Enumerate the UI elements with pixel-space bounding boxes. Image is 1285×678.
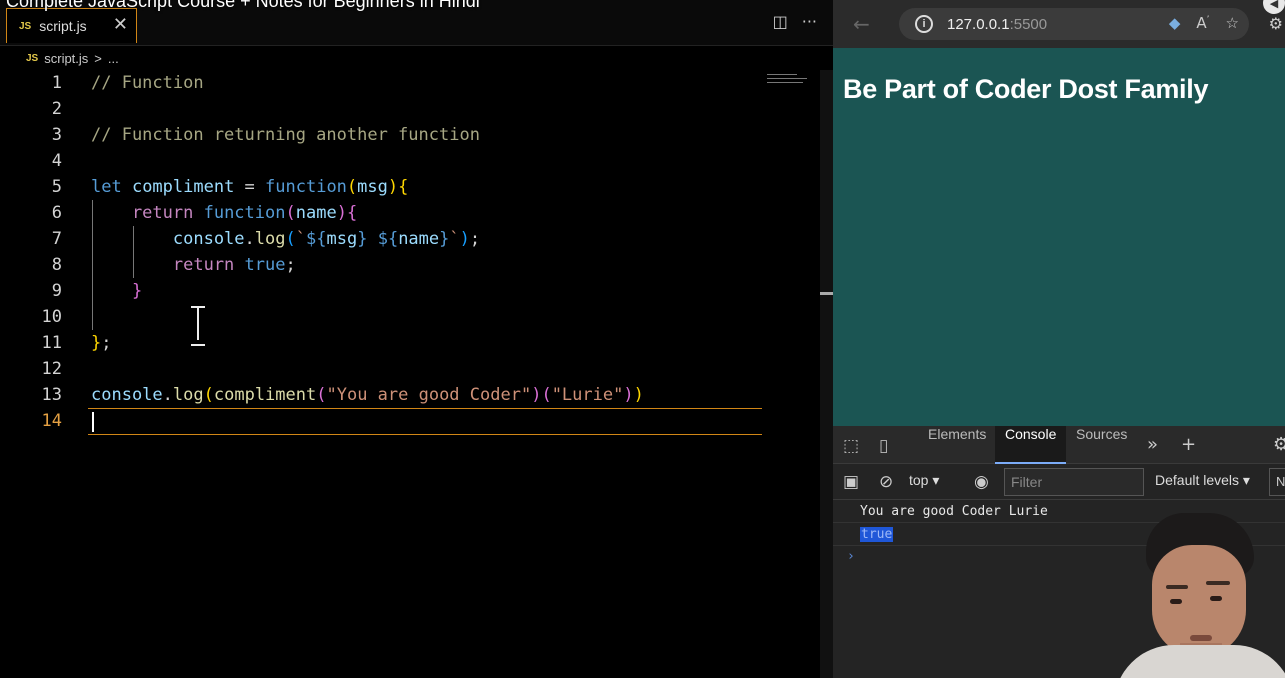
code-line[interactable]: 13 console.log(compliment("You are good C…: [0, 382, 820, 408]
code-editor: JS script.js ✕ ◫ ··· JS script.js > ... …: [0, 0, 833, 678]
context-select[interactable]: top ▾: [909, 472, 939, 489]
code-line[interactable]: 12: [0, 356, 820, 382]
address-bar-icons: ◆ Aʼ ☆: [1169, 14, 1239, 32]
code-line[interactable]: 11};: [0, 330, 820, 356]
more-actions-icon[interactable]: ···: [802, 12, 817, 31]
code-line[interactable]: 10: [0, 304, 820, 330]
line-number: 9: [51, 281, 62, 301]
breadcrumb-rest[interactable]: ...: [108, 51, 119, 66]
js-file-icon: JS: [19, 20, 32, 32]
line-number: 11: [41, 333, 62, 353]
code-text: console.log(compliment("You are good Cod…: [91, 385, 644, 405]
info-icon[interactable]: i: [915, 15, 933, 33]
code-text: }: [91, 281, 143, 301]
text-cursor: [92, 412, 94, 432]
share-icon[interactable]: ◀: [1263, 0, 1285, 14]
extensions-icon[interactable]: ⚙: [1269, 14, 1283, 33]
current-line-highlight: [88, 408, 762, 435]
favorite-star-icon[interactable]: ☆: [1226, 14, 1239, 32]
device-toolbar-icon[interactable]: ▯: [879, 436, 888, 456]
breadcrumb-file[interactable]: script.js: [44, 51, 88, 66]
line-number: 13: [41, 385, 62, 405]
code-text: return function(name){: [91, 203, 358, 223]
line-number: 12: [41, 359, 62, 379]
tab-console[interactable]: Console: [995, 426, 1067, 464]
add-tab-icon[interactable]: +: [1181, 434, 1196, 455]
log-levels-select[interactable]: Default levels ▾: [1155, 472, 1250, 489]
code-text: // Function: [91, 73, 204, 93]
line-number: 4: [51, 151, 62, 171]
code-line[interactable]: 4: [0, 148, 820, 174]
editor-scrollbar[interactable]: [820, 70, 833, 678]
sidebar-toggle-icon[interactable]: ▣: [843, 472, 859, 492]
line-number: 3: [51, 125, 62, 145]
code-line[interactable]: 5 let compliment = function(msg){: [0, 174, 820, 200]
code-line[interactable]: 9 }: [0, 278, 820, 304]
browser-toolbar: ← i 127.0.0.1:5500 ◆ Aʼ ☆ ⚙: [833, 0, 1285, 48]
js-file-icon: JS: [26, 52, 39, 64]
live-expression-eye-icon[interactable]: ◉: [974, 472, 989, 492]
line-number: 7: [51, 229, 62, 249]
editor-actions: ◫ ···: [773, 12, 817, 31]
tab-script-js[interactable]: JS script.js ✕: [6, 8, 137, 43]
clear-console-icon[interactable]: ⊘: [879, 472, 893, 492]
code-text: return true;: [91, 255, 296, 275]
line-number: 6: [51, 203, 62, 223]
code-area[interactable]: 1 // Function 2 3 // Function returning anot…: [0, 70, 820, 678]
console-toolbar: ▣ ⊘ top ▾ ◉ Default levels ▾ N: [833, 464, 1285, 500]
url-text: 127.0.0.1:5500: [947, 15, 1048, 33]
line-number: 1: [51, 73, 62, 93]
page-viewport: Be Part of Coder Dost Family: [833, 48, 1285, 426]
webcam-overlay: [1110, 505, 1285, 678]
code-line[interactable]: 8 return true;: [0, 252, 820, 278]
code-line[interactable]: 2: [0, 96, 820, 122]
line-number: 10: [41, 307, 62, 327]
code-text: let compliment = function(msg){: [91, 177, 409, 197]
split-editor-icon[interactable]: ◫: [773, 12, 788, 31]
line-number: 5: [51, 177, 62, 197]
inspect-element-icon[interactable]: ⬚: [843, 436, 859, 456]
return-value-true: true: [860, 527, 894, 542]
page-heading: Be Part of Coder Dost Family: [843, 74, 1209, 104]
indent-guide: [133, 226, 134, 278]
minimap[interactable]: [767, 74, 815, 94]
code-text: // Function returning another function: [91, 125, 480, 145]
code-text: };: [91, 333, 112, 353]
code-line[interactable]: 3 // Function returning another function: [0, 122, 820, 148]
line-number: 2: [51, 99, 62, 119]
read-aloud-icon[interactable]: Aʼ: [1196, 14, 1209, 32]
issues-button[interactable]: N: [1269, 468, 1285, 496]
devtools-tab-bar: ⬚ ▯ Elements Console Sources » + ⚙: [833, 426, 1285, 464]
tag-icon[interactable]: ◆: [1169, 14, 1181, 32]
devtools-settings-icon[interactable]: ⚙: [1273, 434, 1285, 455]
breadcrumb: JS script.js > ...: [0, 46, 833, 70]
line-number: 14: [41, 411, 62, 431]
video-corner-icons: ◀: [1263, 0, 1285, 14]
address-bar[interactable]: i 127.0.0.1:5500 ◆ Aʼ ☆: [899, 8, 1249, 40]
back-arrow-icon[interactable]: ←: [853, 12, 870, 36]
indent-guide: [92, 200, 93, 330]
tab-label: script.js: [39, 18, 87, 34]
code-line[interactable]: 6 return function(name){: [0, 200, 820, 226]
breadcrumb-separator: >: [94, 50, 102, 66]
close-tab-icon[interactable]: ✕: [113, 15, 128, 35]
code-line[interactable]: 7 console.log(`${msg} ${name}`);: [0, 226, 820, 252]
more-tabs-icon[interactable]: »: [1147, 434, 1158, 455]
console-filter-input[interactable]: [1004, 468, 1144, 496]
code-line[interactable]: 1 // Function: [0, 70, 820, 96]
scroll-position-marker: [820, 292, 833, 295]
tab-sources[interactable]: Sources: [1066, 426, 1137, 464]
ibeam-cursor-icon: [188, 306, 208, 346]
tab-elements[interactable]: Elements: [918, 426, 996, 464]
line-number: 8: [51, 255, 62, 275]
code-text: console.log(`${msg} ${name}`);: [91, 229, 481, 249]
video-title: Complete JavaScript Course + Notes for B…: [6, 0, 480, 11]
